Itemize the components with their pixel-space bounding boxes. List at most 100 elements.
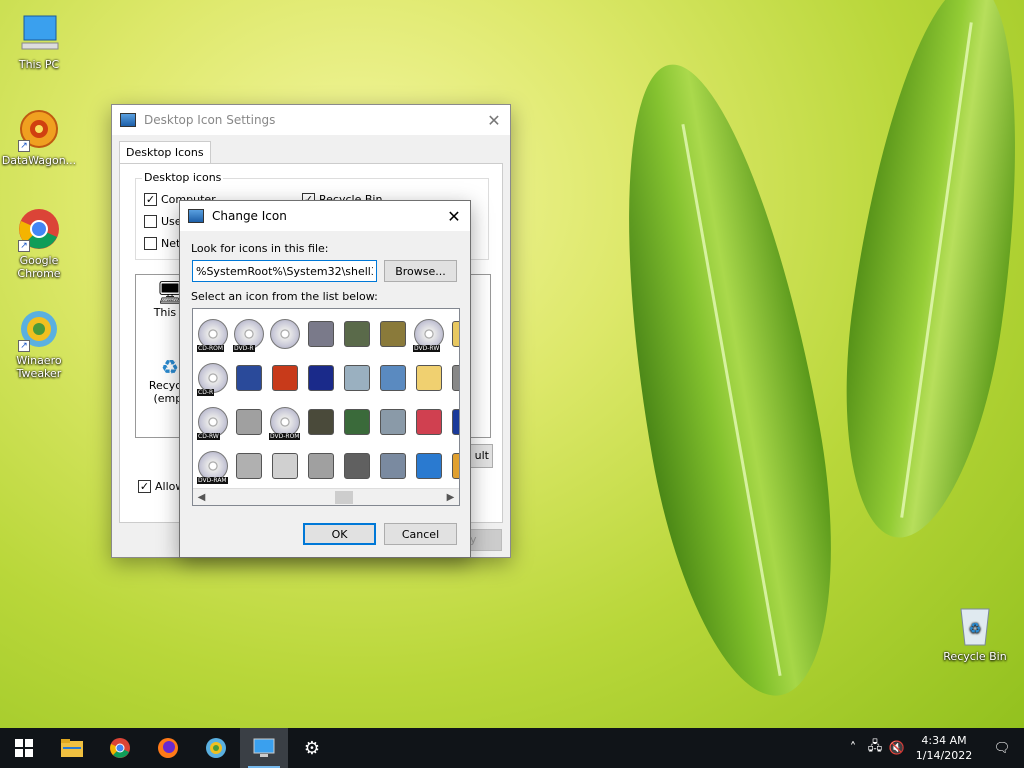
disc-label: DVD-RW xyxy=(413,345,441,352)
cd-rom-icon: CD-ROM xyxy=(197,319,228,352)
scroll-left-icon[interactable]: ◀ xyxy=(193,489,210,505)
monitor-icon xyxy=(120,113,136,127)
icon-cell[interactable] xyxy=(447,444,459,488)
icon-cell[interactable] xyxy=(303,444,339,488)
pen-icon xyxy=(452,365,459,391)
icon-cell[interactable] xyxy=(339,400,375,444)
horizontal-scrollbar[interactable]: ◀ ▶ xyxy=(193,488,459,505)
checkbox-box[interactable]: ✓ xyxy=(144,193,157,206)
wallpaper-leaf-right xyxy=(821,0,1024,548)
cd-rw-icon: CD-RW xyxy=(197,407,228,440)
icon-cell[interactable] xyxy=(411,400,447,444)
titlebar[interactable]: Desktop Icon Settings ✕ xyxy=(112,105,510,135)
desktop-icon-google-chrome[interactable]: ↗ Google Chrome xyxy=(1,206,77,280)
taskbar-desktop-icon-settings[interactable] xyxy=(240,728,288,768)
taskbar-chrome[interactable] xyxy=(96,728,144,768)
icon-cell[interactable] xyxy=(303,356,339,400)
taskbar-winaero[interactable] xyxy=(192,728,240,768)
folder-partial-icon xyxy=(452,321,459,347)
svg-text:♻: ♻ xyxy=(969,621,982,637)
icon-cell[interactable] xyxy=(267,444,303,488)
taskbar-file-explorer[interactable] xyxy=(48,728,96,768)
close-icon[interactable]: ✕ xyxy=(478,111,510,130)
icon-cell[interactable]: DVD-ROM xyxy=(267,400,303,444)
notifications-icon[interactable]: 🗨 xyxy=(980,741,1024,756)
icon-file-input[interactable] xyxy=(192,260,377,282)
icon-cell[interactable]: CD-RW xyxy=(195,400,231,444)
icon-cell[interactable] xyxy=(231,444,267,488)
mandala-icon: ↗ xyxy=(16,106,62,152)
clock[interactable]: 4:34 AM 1/14/2022 xyxy=(908,733,980,763)
scroll-thumb[interactable] xyxy=(335,491,353,504)
drive-icon xyxy=(236,453,262,479)
icon-cell[interactable] xyxy=(339,444,375,488)
desktop-icon-label: Google Chrome xyxy=(17,254,61,280)
icon-cell[interactable] xyxy=(447,400,459,444)
network-icon[interactable]: 🖧 xyxy=(864,737,886,759)
server-icon xyxy=(236,409,262,435)
shortcut-arrow-icon: ↗ xyxy=(18,140,30,152)
desktop-icon-datawagon[interactable]: ↗ DataWagon... xyxy=(1,106,77,167)
dvd-rom-icon: DVD-ROM xyxy=(269,407,301,440)
desktop-icon-this-pc[interactable]: This PC xyxy=(1,10,77,71)
icon-cell[interactable]: DVD-R xyxy=(231,312,267,356)
desktop-icon-label: Recycle Bin xyxy=(943,650,1007,663)
icon-cell[interactable]: CD-R xyxy=(195,356,231,400)
icon-cell[interactable] xyxy=(411,444,447,488)
desktop-icon-recycle-bin[interactable]: ♻ Recycle Bin xyxy=(937,602,1013,663)
change-icon-dialog: Change Icon ✕ Look for icons in this fil… xyxy=(179,200,471,558)
gear-icon: ⚙ xyxy=(303,737,321,759)
icon-cell[interactable] xyxy=(303,400,339,444)
desktop-icon-winaero-tweaker[interactable]: ↗ Winaero Tweaker xyxy=(1,306,77,380)
start-button[interactable] xyxy=(0,728,48,768)
icon-cell[interactable] xyxy=(231,400,267,444)
checkbox-box[interactable] xyxy=(144,237,157,250)
taskbar-firefox[interactable] xyxy=(144,728,192,768)
volume-icon[interactable]: 🔇 xyxy=(886,741,908,756)
usb-drive-icon xyxy=(344,453,370,479)
icon-cell[interactable] xyxy=(303,312,339,356)
icon-cell[interactable] xyxy=(339,356,375,400)
icon-cell[interactable] xyxy=(447,312,459,356)
chrome-icon xyxy=(110,738,130,758)
icon-cell[interactable] xyxy=(375,444,411,488)
icon-cell[interactable]: DVD-RAM xyxy=(195,444,231,488)
icon-cell[interactable] xyxy=(267,356,303,400)
folder-icon xyxy=(61,739,83,757)
icon-cell[interactable] xyxy=(375,356,411,400)
icon-cell[interactable] xyxy=(231,356,267,400)
scroll-right-icon[interactable]: ▶ xyxy=(442,489,459,505)
icon-cell[interactable]: DVD-RW xyxy=(411,312,447,356)
camcorder-icon xyxy=(380,453,406,479)
media-player-icon xyxy=(308,321,334,347)
taskbar-settings[interactable]: ⚙ xyxy=(288,728,336,768)
winaero-icon xyxy=(206,738,226,758)
icon-cell[interactable] xyxy=(339,312,375,356)
close-icon[interactable]: ✕ xyxy=(438,207,470,226)
ok-button[interactable]: OK xyxy=(303,523,376,545)
winaero-icon: ↗ xyxy=(16,306,62,352)
tab-desktop-icons[interactable]: Desktop Icons xyxy=(119,141,211,163)
checkbox-box[interactable] xyxy=(144,215,157,228)
icon-list[interactable]: CD-ROM DVD-R DVD-RW CD-R CD-RW DVD-ROM DVD-RAM… xyxy=(192,308,460,506)
checkbox-box[interactable]: ✓ xyxy=(138,480,151,493)
hard-drive-icon xyxy=(272,453,298,479)
icon-cell[interactable] xyxy=(375,312,411,356)
smart-card-icon xyxy=(308,409,334,435)
icon-cell[interactable] xyxy=(375,400,411,444)
icon-cell[interactable]: CD-ROM xyxy=(195,312,231,356)
cancel-button[interactable]: Cancel xyxy=(384,523,457,545)
icon-cell[interactable] xyxy=(267,312,303,356)
shortcut-arrow-icon: ↗ xyxy=(18,340,30,352)
audio-player-icon xyxy=(236,365,262,391)
disc-label: CD-ROM xyxy=(197,345,225,352)
browse-button[interactable]: Browse... xyxy=(384,260,457,282)
dvd-rw-icon: DVD-RW xyxy=(413,319,444,352)
monitor-icon xyxy=(253,738,275,757)
disc-label: DVD-ROM xyxy=(269,433,301,440)
icon-cell[interactable] xyxy=(447,356,459,400)
icon-grid: CD-ROM DVD-R DVD-RW CD-R CD-RW DVD-ROM DVD-RAM xyxy=(193,309,459,491)
titlebar[interactable]: Change Icon ✕ xyxy=(180,201,470,231)
chevron-up-icon[interactable]: ˄ xyxy=(842,741,864,756)
icon-cell[interactable] xyxy=(411,356,447,400)
